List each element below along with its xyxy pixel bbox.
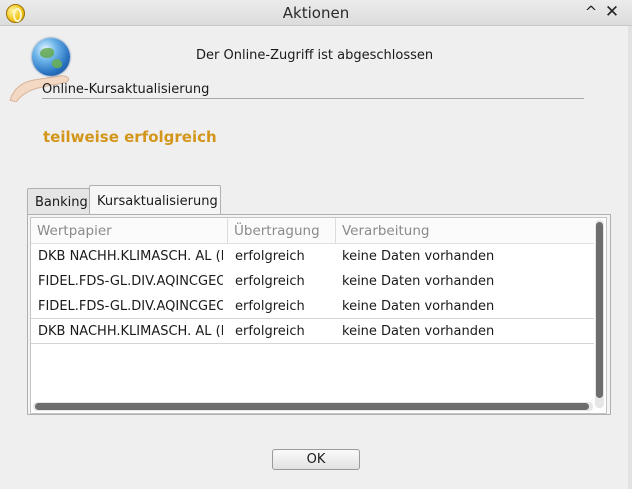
cell-wertpapier: DKB NACHH.KLIMASCH. AL (hi bbox=[38, 324, 223, 339]
cell-uebertragung: erfolgreich bbox=[235, 249, 305, 264]
table-row[interactable]: FIDEL.FDS-GL.DIV.AQINCGEO erfolgreich ke… bbox=[31, 294, 594, 319]
cell-uebertragung: erfolgreich bbox=[235, 324, 305, 339]
column-header-wertpapier[interactable]: Wertpapier bbox=[31, 218, 228, 244]
cell-verarbeitung: keine Daten vorhanden bbox=[342, 324, 495, 339]
cell-verarbeitung: keine Daten vorhanden bbox=[342, 274, 495, 289]
access-status-text: Der Online-Zugriff ist abgeschlossen bbox=[196, 48, 434, 63]
window-border bbox=[628, 26, 632, 489]
table-header: Wertpapier Übertragung Verarbeitung bbox=[31, 218, 594, 244]
cell-uebertragung: erfolgreich bbox=[235, 299, 305, 314]
tab-kursaktualisierung[interactable]: Kursaktualisierung bbox=[89, 185, 221, 215]
section-divider bbox=[42, 98, 584, 99]
horizontal-scrollbar-thumb[interactable] bbox=[35, 403, 589, 410]
cell-verarbeitung: keine Daten vorhanden bbox=[342, 249, 495, 264]
ok-button[interactable]: OK bbox=[272, 449, 360, 470]
window-titlebar[interactable]: Aktionen ^ ✕ bbox=[0, 0, 632, 26]
column-header-verarbeitung[interactable]: Verarbeitung bbox=[336, 218, 594, 244]
column-header-uebertragung[interactable]: Übertragung bbox=[228, 218, 336, 244]
vertical-scrollbar[interactable] bbox=[595, 220, 604, 408]
table-row[interactable]: DKB NACHH.KLIMASCH. AL (hi erfolgreich k… bbox=[31, 318, 594, 344]
section-label: Online-Kursaktualisierung bbox=[42, 82, 210, 97]
cell-verarbeitung: keine Daten vorhanden bbox=[342, 299, 495, 314]
cell-wertpapier: FIDEL.FDS-GL.DIV.AQINCGEO bbox=[38, 299, 223, 314]
table-row[interactable]: DKB NACHH.KLIMASCH. AL (hi erfolgreich k… bbox=[31, 244, 594, 269]
horizontal-scrollbar[interactable] bbox=[33, 402, 593, 411]
close-window-button[interactable]: ✕ bbox=[603, 3, 621, 21]
shade-window-button[interactable]: ^ bbox=[582, 3, 600, 21]
table-row[interactable]: FIDEL.FDS-GL.DIV.AQINCGEO erfolgreich ke… bbox=[31, 269, 594, 294]
tab-banking[interactable]: Banking bbox=[27, 188, 90, 214]
results-table: Wertpapier Übertragung Verarbeitung DKB … bbox=[30, 217, 607, 414]
cell-wertpapier: DKB NACHH.KLIMASCH. AL (hi bbox=[38, 249, 223, 264]
vertical-scrollbar-thumb[interactable] bbox=[596, 222, 603, 398]
result-status: teilweise erfolgreich bbox=[43, 128, 217, 146]
cell-wertpapier: FIDEL.FDS-GL.DIV.AQINCGEO bbox=[38, 274, 223, 289]
globe-icon bbox=[32, 38, 70, 76]
window-title: Aktionen bbox=[282, 4, 350, 22]
cell-uebertragung: erfolgreich bbox=[235, 274, 305, 289]
